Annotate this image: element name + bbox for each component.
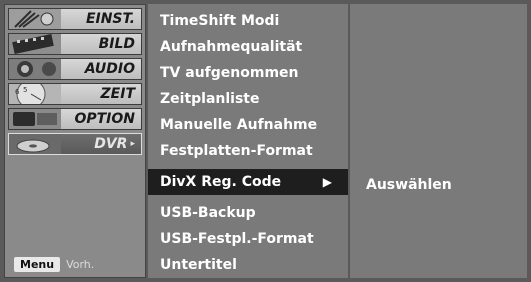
submenu-panel: Auswählen xyxy=(350,4,527,278)
clock-icon: 65 xyxy=(9,84,61,104)
sidebar-item-bild[interactable]: BILD xyxy=(8,33,142,55)
menu-key-badge[interactable]: Menu xyxy=(14,257,61,272)
dvr-option-list: TimeShift Modi Aufnahmequalität TV aufge… xyxy=(148,4,348,278)
sidebar-item-label: DVR ▸ xyxy=(94,136,135,152)
chevron-right-icon: ▸ xyxy=(130,139,135,149)
option-untertitel[interactable]: Untertitel xyxy=(148,252,348,278)
option-zeitplanliste[interactable]: Zeitplanliste xyxy=(148,86,348,112)
sidebar-item-label: ZEIT xyxy=(100,86,135,102)
arrow-right-icon: ▶ xyxy=(322,175,332,189)
sidebar-item-einst[interactable]: EINST. xyxy=(8,8,142,30)
sidebar-item-dvr[interactable]: DVR ▸ xyxy=(8,133,142,155)
option-aufnahmequalitaet[interactable]: Aufnahmequalität xyxy=(148,34,348,60)
option-label: DivX Reg. Code xyxy=(160,174,282,190)
speaker-icon xyxy=(9,59,61,79)
submenu-auswaehlen[interactable]: Auswählen xyxy=(350,172,527,198)
dvr-settings-menu: EINST. BILD AUDIO 65 ZEIT OPTION DVR ▸ M… xyxy=(0,0,531,282)
sidebar-item-label: OPTION xyxy=(74,111,135,127)
option-divx-reg-code[interactable]: DivX Reg. Code ▶ xyxy=(148,169,348,195)
special-icon xyxy=(9,109,61,129)
svg-text:5: 5 xyxy=(23,86,27,94)
back-hint-label: Vorh. xyxy=(66,258,95,271)
option-usb-festpl-format[interactable]: USB-Festpl.-Format xyxy=(148,226,348,252)
disc-icon xyxy=(9,134,61,154)
sidebar-item-label: BILD xyxy=(98,36,135,52)
svg-text:6: 6 xyxy=(15,88,20,96)
film-strip-icon xyxy=(9,34,61,54)
back-hint: Menu Vorh. xyxy=(14,257,94,272)
option-timeshift-modi[interactable]: TimeShift Modi xyxy=(148,8,348,34)
option-tv-aufgenommen[interactable]: TV aufgenommen xyxy=(148,60,348,86)
option-usb-backup[interactable]: USB-Backup xyxy=(148,200,348,226)
sidebar-item-label: EINST. xyxy=(85,11,135,27)
option-festplatten-format[interactable]: Festplatten-Format xyxy=(148,138,348,164)
satellite-dish-icon xyxy=(9,9,61,29)
sidebar-item-zeit[interactable]: 65 ZEIT xyxy=(8,83,142,105)
sidebar-item-label: AUDIO xyxy=(84,61,135,77)
option-manuelle-aufnahme[interactable]: Manuelle Aufnahme xyxy=(148,112,348,138)
sidebar-item-option[interactable]: OPTION xyxy=(8,108,142,130)
category-sidebar: EINST. BILD AUDIO 65 ZEIT OPTION DVR ▸ M… xyxy=(4,4,146,278)
sidebar-item-audio[interactable]: AUDIO xyxy=(8,58,142,80)
